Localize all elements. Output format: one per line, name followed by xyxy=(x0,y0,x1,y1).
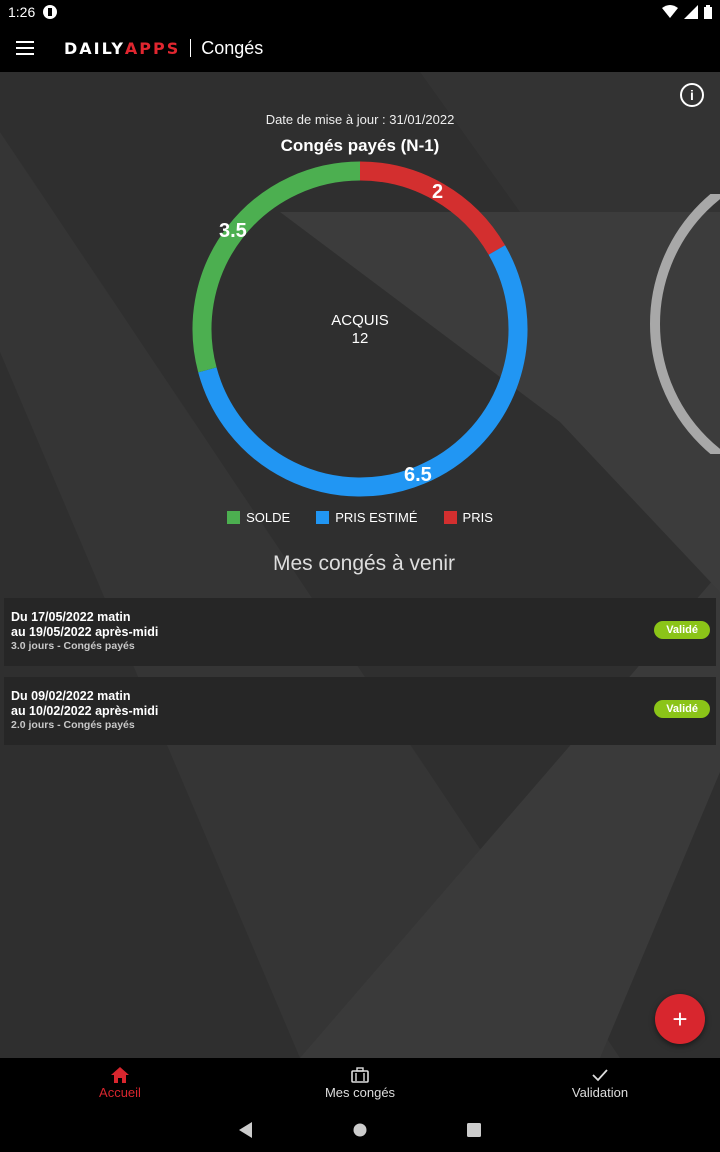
battery-icon xyxy=(704,5,712,19)
recents-icon[interactable] xyxy=(467,1123,481,1137)
menu-icon[interactable] xyxy=(16,41,34,55)
upcoming-section-title: Mes congés à venir xyxy=(272,552,456,575)
acquired-value: 12 xyxy=(351,330,369,347)
leave-duration: 3.0 jours - Congés payés xyxy=(11,640,135,652)
chart-legend: SOLDE PRIS ESTIMÉ PRIS xyxy=(0,510,720,525)
leave-card[interactable]: Du 17/05/2022 matin au 19/05/2022 après-… xyxy=(4,598,716,666)
nav-item-my-leaves[interactable]: Mes congés xyxy=(240,1058,480,1108)
legend-item-pris: PRIS xyxy=(443,510,493,525)
acquired-label: ACQUIS xyxy=(331,312,389,329)
donut-segment-pris xyxy=(359,161,506,255)
leave-end: au 10/02/2022 après-midi xyxy=(11,704,159,718)
legend-swatch-solde xyxy=(227,511,241,524)
plus-icon: + xyxy=(672,1003,688,1034)
briefcase-icon xyxy=(351,1066,369,1083)
wifi-icon xyxy=(662,5,678,18)
add-leave-button[interactable]: + xyxy=(655,994,705,1044)
chart-title: Congés payés (N-1) xyxy=(280,136,440,155)
system-navigation-bar xyxy=(0,1108,720,1152)
title-separator xyxy=(190,39,192,57)
home-icon xyxy=(111,1066,129,1083)
legend-swatch-pris-estime xyxy=(316,511,330,524)
home-circle-icon[interactable] xyxy=(353,1123,367,1137)
nav-item-home[interactable]: Accueil xyxy=(0,1058,240,1108)
app-logo: DAILY APPS xyxy=(64,38,181,58)
check-icon xyxy=(592,1068,608,1081)
status-time: 1:26 xyxy=(8,4,36,20)
leave-card[interactable]: Du 09/02/2022 matin au 10/02/2022 après-… xyxy=(4,677,716,745)
legend-item-pris-estime: PRIS ESTIMÉ xyxy=(316,510,418,525)
signal-icon xyxy=(684,5,698,19)
info-icon[interactable]: i xyxy=(680,83,704,107)
main-content: i Date de mise à jour : 31/01/2022 Congé… xyxy=(0,72,720,1058)
leave-start: Du 09/02/2022 matin xyxy=(11,689,131,703)
bottom-navigation: Accueil Mes congés Validation xyxy=(0,1058,720,1108)
status-badge: Validé xyxy=(654,700,710,718)
donut-segment-pris-estim- xyxy=(198,245,528,497)
leave-end: au 19/05/2022 après-midi xyxy=(11,625,159,639)
back-icon[interactable] xyxy=(239,1122,253,1138)
data-label-pris: 2 xyxy=(432,181,444,203)
data-label-solde: 3.5 xyxy=(219,220,247,242)
update-date: Date de mise à jour : 31/01/2022 xyxy=(265,112,455,127)
page-title: Congés xyxy=(201,37,264,58)
chart-center-label: ACQUIS 12 xyxy=(300,312,420,348)
leave-start: Du 17/05/2022 matin xyxy=(11,610,131,624)
legend-item-solde: SOLDE xyxy=(227,510,290,525)
leave-duration: 2.0 jours - Congés payés xyxy=(11,719,135,731)
nav-item-validation[interactable]: Validation xyxy=(480,1058,720,1108)
status-bar: 1:26 xyxy=(0,0,720,24)
app-bar: DAILY APPS Congés xyxy=(0,24,720,72)
legend-swatch-pris xyxy=(443,511,457,524)
status-badge: Validé xyxy=(654,621,710,639)
data-label-pris-estime: 6.5 xyxy=(404,464,432,486)
next-chart-ring xyxy=(650,194,720,454)
notification-icon xyxy=(43,5,58,19)
